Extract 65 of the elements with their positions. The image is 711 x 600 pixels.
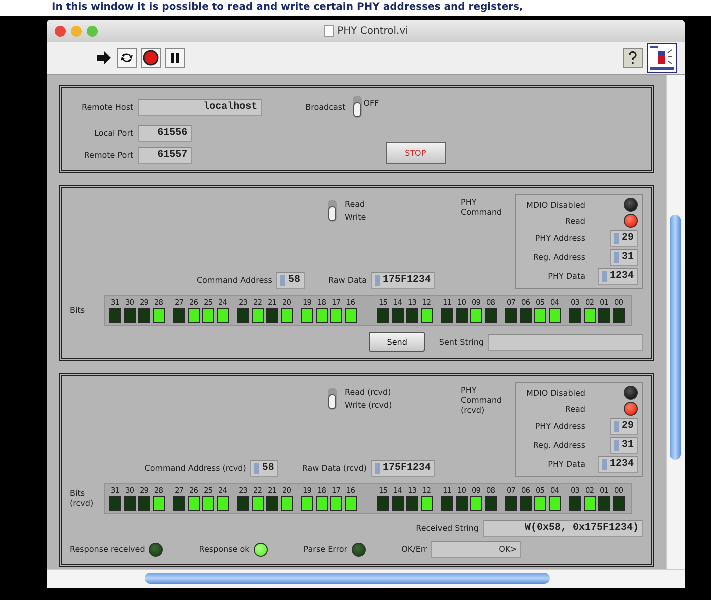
field-label: Reg. Address xyxy=(532,253,586,262)
scroll-thumb[interactable] xyxy=(145,573,550,584)
phy-command-label: PHY Command (rcvd) xyxy=(461,385,504,417)
raw-data-field[interactable]: 175F1234 xyxy=(370,460,435,477)
read-label: Read (rcvd) xyxy=(345,388,392,397)
field-label: Reg. Address xyxy=(532,441,586,450)
sent-string-field[interactable] xyxy=(488,334,643,350)
run-arrow-icon[interactable] xyxy=(95,49,113,67)
command-address-field[interactable]: 58 xyxy=(276,272,304,289)
broadcast-state: OFF xyxy=(364,98,380,108)
field-label: PHY Data xyxy=(547,460,586,469)
bits-label: Bits (rcvd) xyxy=(70,488,95,508)
remote-host-field[interactable]: localhost xyxy=(138,98,262,116)
send-button[interactable]: Send xyxy=(369,332,426,352)
raw-data-field[interactable]: 175F1234 xyxy=(370,272,435,289)
broadcast-label: Broadcast xyxy=(306,102,346,112)
raw-data-label: Raw Data xyxy=(328,276,367,285)
remote-port-field[interactable]: 61557 xyxy=(138,147,192,164)
command-address-label: Command Address xyxy=(196,276,272,285)
ok-err-field[interactable]: OK> xyxy=(431,541,522,558)
numeric-field[interactable]: 1234 xyxy=(598,268,638,285)
led-label: MDIO Disabled xyxy=(525,388,586,398)
received-string-field[interactable]: W(0x58, 0x175F1234) xyxy=(483,520,643,537)
write-label: Write (rcvd) xyxy=(345,401,394,410)
close-icon[interactable] xyxy=(55,26,66,36)
numeric-field[interactable]: 29 xyxy=(610,418,638,435)
numeric-field[interactable]: 31 xyxy=(610,249,638,266)
scroll-thumb[interactable] xyxy=(670,215,681,460)
remote-host-label: Remote Host xyxy=(82,102,134,112)
command-address-field[interactable]: 58 xyxy=(250,460,278,477)
pause-icon[interactable] xyxy=(165,48,185,68)
stop-button[interactable]: STOP xyxy=(386,142,446,164)
help-icon[interactable] xyxy=(623,48,643,68)
document-icon xyxy=(324,25,334,37)
vi-icon xyxy=(647,43,677,73)
vertical-scrollbar[interactable] xyxy=(666,75,685,569)
indicator-label: Response ok xyxy=(199,545,250,554)
write-label: Write xyxy=(345,213,368,222)
raw-data-label: Raw Data (rcvd) xyxy=(302,464,367,473)
numeric-field[interactable]: 29 xyxy=(610,230,638,247)
run-continuously-icon[interactable] xyxy=(117,48,137,68)
window-title: PHY Control.vi xyxy=(338,26,408,36)
command-address-label: Command Address (rcvd) xyxy=(144,464,246,473)
phy-command-label: PHY Command xyxy=(461,197,504,219)
ok-err-label: OK/Err xyxy=(402,545,428,554)
led-label: MDIO Disabled xyxy=(525,200,586,210)
sent-string-label: Sent String xyxy=(439,338,484,346)
bits-label: Bits xyxy=(70,306,86,316)
remote-port-label: Remote Port xyxy=(83,151,134,160)
indicator-label: Response received xyxy=(70,545,146,554)
numeric-field[interactable]: 1234 xyxy=(598,456,638,473)
field-label: PHY Address xyxy=(534,234,586,243)
read-label: Read xyxy=(345,200,366,209)
led-label: Read xyxy=(564,404,586,414)
local-port-label: Local Port xyxy=(93,129,134,138)
field-label: PHY Address xyxy=(534,422,586,431)
indicator-label: Parse Error xyxy=(304,545,348,554)
led-label: Read xyxy=(564,216,586,226)
received-string-label: Received String xyxy=(416,524,479,533)
caption-text: In this window it is possible to read and write certain PHY addresses and registers, xyxy=(0,0,711,16)
numeric-field[interactable]: 31 xyxy=(610,437,638,454)
horizontal-scrollbar[interactable] xyxy=(47,569,685,588)
local-port-field[interactable]: 61556 xyxy=(138,125,192,142)
field-label: PHY Data xyxy=(547,272,586,281)
abort-icon[interactable] xyxy=(141,48,161,68)
